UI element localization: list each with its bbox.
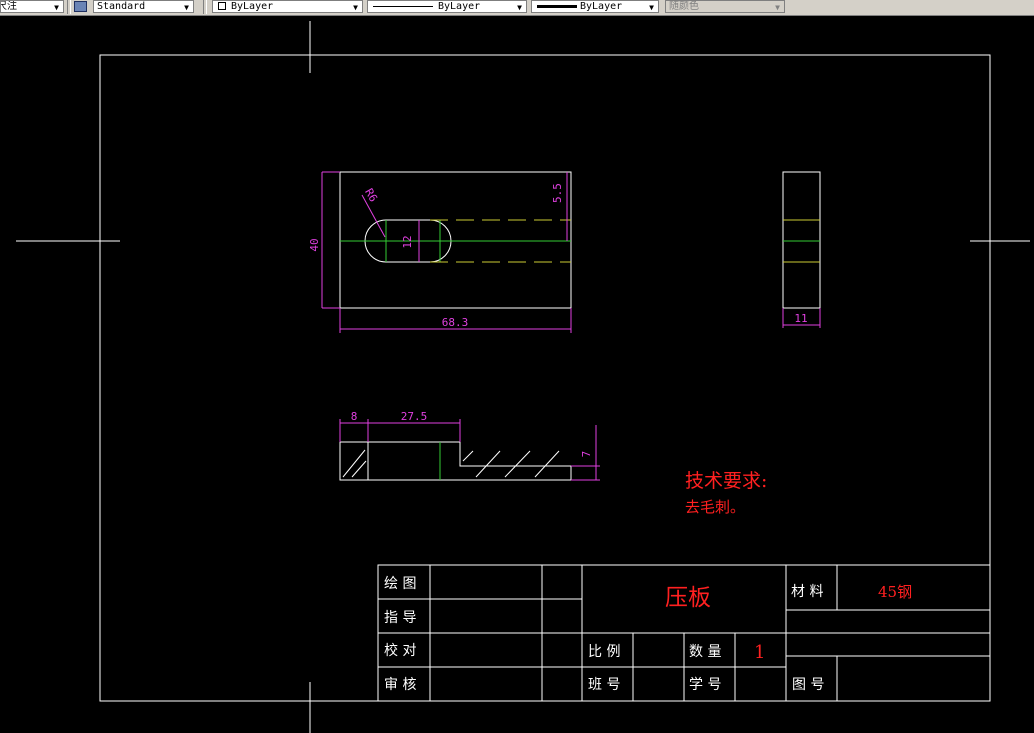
dim-text-thickness: 7 [580, 451, 593, 458]
chevron-down-icon: ▼ [184, 3, 189, 12]
dim-text-radius: R6 [362, 186, 380, 204]
tech-requirements-title: 技术要求: [685, 470, 767, 492]
reviewed-by-label: 审 核 [384, 677, 416, 693]
drawing-canvas[interactable]: 40 68.3 12 5.5 R6 11 8 27.5 7 技术要求: 去毛刺。… [0, 15, 1034, 733]
linetype-preview [373, 6, 433, 7]
layer-color-value: ByLayer [231, 1, 274, 12]
material-label: 材 料 [791, 584, 823, 600]
tech-requirements-item: 去毛刺。 [685, 498, 745, 516]
layer-color-combo[interactable]: ByLayer ▼ [212, 0, 363, 13]
part-name: 压板 [665, 585, 711, 611]
plot-style-combo: 随颜色 ▼ [665, 0, 785, 13]
dim-text-side: 11 [794, 312, 807, 325]
chevron-down-icon: ▼ [54, 3, 59, 12]
properties-toolbar: 尺注 ▼ Standard ▼ ByLayer ▼ ByLayer ▼ ByLa… [0, 0, 1034, 16]
student-id-label: 学 号 [689, 677, 721, 693]
hatch-line [475, 450, 501, 478]
drawing-no-label: 图 号 [792, 677, 824, 693]
dim-text-section-left: 8 [351, 410, 358, 423]
hatch-line [462, 450, 474, 462]
toolbar-separator [67, 0, 71, 14]
text-style-combo[interactable]: Standard ▼ [93, 0, 194, 13]
color-swatch-icon [218, 2, 226, 10]
material-value: 45钢 [878, 583, 912, 601]
dim-text-width: 68.3 [442, 316, 469, 329]
class-label: 班 号 [588, 677, 620, 693]
dimension-style-label: 尺注 [1, 1, 17, 12]
chevron-down-icon: ▼ [353, 3, 358, 12]
section-view-outline [339, 441, 572, 481]
lineweight-combo[interactable]: ByLayer ▼ [531, 0, 659, 13]
quantity-label: 数 量 [689, 644, 721, 660]
dimension-style-combo[interactable]: 尺注 ▼ [0, 0, 64, 13]
chevron-down-icon: ▼ [775, 3, 780, 12]
dim-text-slot: 12 [401, 235, 414, 248]
hatch-line [504, 450, 531, 478]
dim-text-offset: 5.5 [551, 183, 564, 203]
quantity-value: 1 [754, 642, 765, 663]
scale-label: 比 例 [588, 644, 620, 660]
hatch-line [534, 450, 560, 478]
lineweight-preview [537, 5, 577, 8]
checked-by-label: 校 对 [384, 642, 416, 659]
side-view-outline [782, 171, 821, 309]
chevron-down-icon: ▼ [517, 3, 522, 12]
linetype-value: ByLayer [438, 1, 481, 12]
guided-by-label: 指 导 [384, 610, 416, 626]
drawing-border [99, 54, 991, 702]
toolbar-separator [203, 0, 207, 14]
hatch-line [342, 449, 366, 478]
plot-style-value: 随颜色 [669, 1, 699, 12]
chevron-down-icon: ▼ [649, 3, 654, 12]
text-style-value: Standard [97, 1, 146, 12]
dim-text-height: 40 [308, 238, 321, 251]
lineweight-value: ByLayer [580, 1, 623, 12]
linetype-combo[interactable]: ByLayer ▼ [367, 0, 527, 13]
text-style-icon[interactable] [74, 1, 87, 12]
drawn-by-label: 绘 图 [384, 576, 416, 592]
dim-text-section-mid: 27.5 [401, 410, 428, 423]
